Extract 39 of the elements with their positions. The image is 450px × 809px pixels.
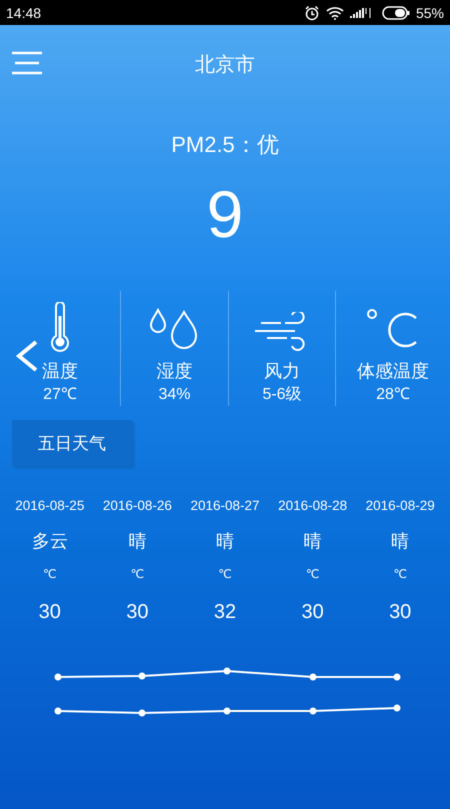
metric-value: 28℃ (376, 385, 410, 405)
back-chevron-icon[interactable] (14, 339, 40, 373)
forecast-date: 2016-08-26 (102, 497, 172, 515)
forecast-date: 2016-08-28 (278, 497, 348, 515)
forecast-date: 2016-08-29 (366, 497, 435, 515)
forecast-weather: 晴 (391, 530, 410, 554)
forecast-weather: 晴 (304, 530, 322, 554)
metric-value: 27℃ (43, 385, 77, 405)
forecast-weather: 多云 (32, 530, 68, 554)
menu-icon[interactable] (11, 51, 43, 75)
forecast-unit: ℃ (393, 566, 407, 582)
city-title: 北京市 (195, 50, 255, 78)
wifi-icon (326, 6, 344, 20)
forecast-unit: ℃ (218, 566, 232, 582)
forecast-temperature: 30 (389, 600, 412, 624)
metric-label: 风力 (264, 360, 300, 384)
five-day-tab[interactable]: 五日天气 (12, 420, 132, 466)
metric-label: 湿度 (156, 360, 192, 384)
forecast-temperature: 30 (301, 600, 324, 624)
metric-value: 5-6级 (262, 385, 302, 405)
metric-label: 温度 (42, 360, 78, 384)
air-quality-value: 9 (206, 176, 244, 253)
metric-label: 体感温度 (357, 360, 429, 384)
metric-value: 34% (158, 385, 191, 405)
status-time: 14:48 (6, 4, 42, 20)
air-quality-label: PM2.5：优 (170, 131, 280, 159)
forecast-temperature: 32 (214, 600, 236, 624)
forecast-date: 2016-08-27 (190, 497, 260, 515)
forecast-unit: ℃ (43, 566, 57, 582)
battery-percent: 55% (416, 4, 444, 20)
forecast-weather: 晴 (128, 530, 146, 554)
forecast-weather: 晴 (216, 530, 234, 554)
forecast-date: 2016-08-25 (15, 497, 84, 515)
alarm-icon (304, 4, 320, 20)
forecast-unit: ℃ (306, 566, 320, 582)
forecast-temperature: 30 (38, 600, 61, 624)
forecast-unit: ℃ (130, 566, 144, 582)
forecast-temperature: 30 (126, 600, 149, 624)
battery-icon (382, 6, 410, 20)
